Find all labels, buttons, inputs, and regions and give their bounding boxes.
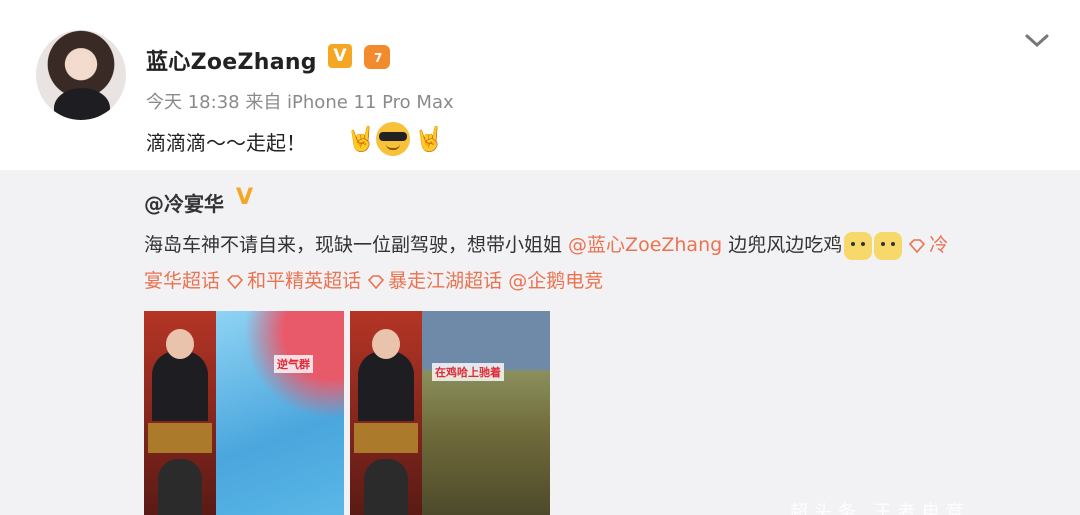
post-username[interactable]: 蓝心ZoeZhang bbox=[146, 44, 317, 76]
repost-text: 边兜风边吃鸡 bbox=[722, 234, 843, 256]
topic-icon bbox=[368, 274, 385, 289]
topic-link[interactable]: 冷 bbox=[929, 234, 948, 256]
rock-hand-icon: 🤘 bbox=[346, 125, 376, 153]
avatar[interactable] bbox=[36, 30, 126, 120]
vip-level-icon: 7 bbox=[362, 43, 394, 71]
post-meta: 今天 18:38 来自 iPhone 11 Pro Max bbox=[146, 92, 454, 113]
dog-emoji-icon bbox=[874, 231, 903, 260]
mention-link[interactable]: @企鹅电竞 bbox=[508, 270, 603, 292]
image-thumbnail[interactable]: 逆气群 bbox=[144, 311, 344, 515]
mention-link[interactable]: @蓝心ZoeZhang bbox=[568, 234, 722, 256]
repost-text: 海岛车神不请自来，现缺一位副驾驶，想带小姐姐 bbox=[144, 234, 569, 256]
repost-text-line2: 宴华超话 和平精英超话 暴走江湖超话 @企鹅电竞 bbox=[144, 266, 603, 293]
repost-username[interactable]: @冷宴华 bbox=[144, 188, 224, 217]
verified-badge-icon: V bbox=[236, 185, 254, 210]
topic-link[interactable]: 暴走江湖超话 bbox=[388, 270, 502, 292]
topic-icon bbox=[909, 238, 926, 253]
watermark: 超头条 王者电竞 bbox=[790, 502, 970, 515]
topic-link[interactable]: 宴华超话 bbox=[144, 270, 220, 292]
avatar-face bbox=[70, 52, 92, 80]
post-content: 滴滴滴～～走起！ bbox=[146, 131, 306, 155]
verified-badge-icon: V bbox=[328, 44, 352, 68]
emoji-group: 🤘 🤘 bbox=[346, 122, 444, 156]
thumbnail-caption: 逆气群 bbox=[274, 355, 313, 373]
avatar-body bbox=[54, 88, 110, 120]
repost-text-line1: 海岛车神不请自来，现缺一位副驾驶，想带小姐姐 @蓝心ZoeZhang 边兜风边吃… bbox=[144, 230, 948, 260]
thumbnail-caption: 在鸡哈上驰着 bbox=[432, 363, 504, 381]
topic-icon bbox=[226, 274, 244, 289]
cool-face-icon bbox=[376, 122, 410, 156]
rock-hand-icon: 🤘 bbox=[414, 125, 444, 153]
topic-link[interactable]: 和平精英超话 bbox=[247, 270, 361, 292]
dog-emoji-icon bbox=[844, 231, 873, 260]
chevron-down-icon[interactable] bbox=[1024, 32, 1050, 50]
vip-level: 7 bbox=[374, 51, 383, 65]
weibo-post: 蓝心ZoeZhang V 7 今天 18:38 来自 iPhone 11 Pro… bbox=[0, 0, 1080, 515]
image-thumbnail[interactable]: 在鸡哈上驰着 bbox=[350, 311, 550, 515]
